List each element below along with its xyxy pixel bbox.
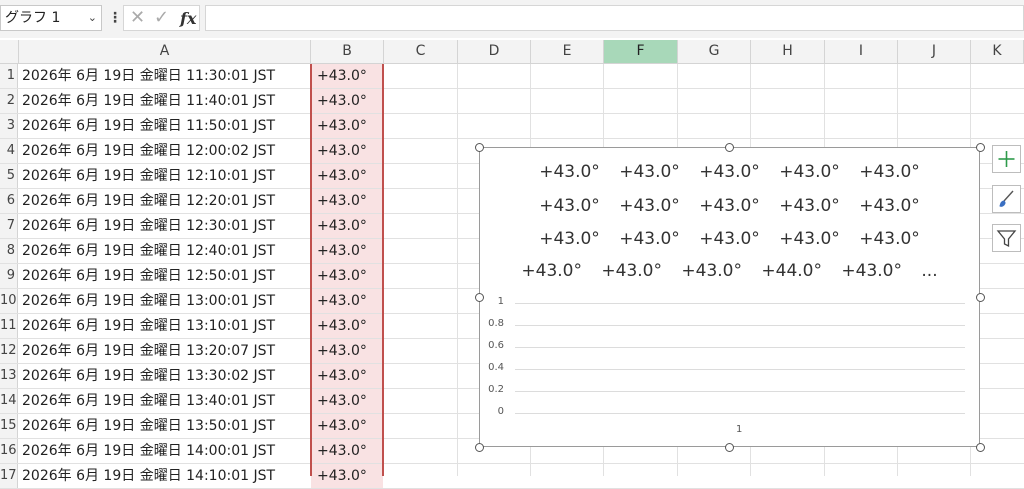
cell-a[interactable]: 2026年 6月 19日 金曜日 13:50:01 JST	[19, 414, 310, 438]
brush-icon	[999, 190, 1014, 207]
gridline-0.6	[515, 347, 965, 348]
row-number[interactable]: 4	[0, 139, 18, 163]
column-header-f[interactable]: F	[604, 40, 678, 63]
cell-a[interactable]: 2026年 6月 19日 金曜日 12:50:01 JST	[19, 264, 310, 288]
row-number[interactable]: 14	[0, 389, 18, 413]
cell-a[interactable]: 2026年 6月 19日 金曜日 13:30:02 JST	[19, 364, 310, 388]
row-number[interactable]: 10	[0, 289, 18, 313]
function-icon[interactable]: fx	[180, 9, 196, 28]
y-tick-label: 0.8	[488, 318, 504, 329]
cell-a[interactable]: 2026年 6月 19日 金曜日 11:30:01 JST	[19, 64, 310, 88]
column-header-a[interactable]: A	[19, 40, 311, 63]
cell-a[interactable]: 2026年 6月 19日 金曜日 11:50:01 JST	[19, 114, 310, 138]
more-vertical-icon[interactable]: ⋮	[108, 10, 122, 26]
chart-title-line[interactable]: +43.0° +43.0° +43.0° +44.0° +43.0° ...	[480, 261, 979, 281]
cell-a[interactable]: 2026年 6月 19日 金曜日 12:20:01 JST	[19, 189, 310, 213]
y-tick-label: 0	[497, 406, 504, 417]
table-row: 1 2026年 6月 19日 金曜日 11:30:01 JST +43.0°	[0, 64, 1024, 89]
row-number[interactable]: 12	[0, 339, 18, 363]
resize-handle-bottom-right[interactable]	[976, 443, 985, 452]
row-number[interactable]: 2	[0, 89, 18, 113]
chart-styles-button[interactable]	[992, 185, 1021, 213]
column-header-b[interactable]: B	[311, 40, 384, 63]
row-number[interactable]: 17	[0, 464, 18, 488]
cell-a[interactable]: 2026年 6月 19日 金曜日 12:40:01 JST	[19, 239, 310, 263]
cell-a[interactable]: 2026年 6月 19日 金曜日 12:30:01 JST	[19, 214, 310, 238]
resize-handle-right[interactable]	[976, 293, 985, 302]
gridline-0	[515, 413, 965, 414]
name-box[interactable]: グラフ 1 ⌄	[0, 5, 102, 31]
resize-handle-bottom-left[interactable]	[475, 443, 484, 452]
gridline-0.4	[515, 369, 965, 370]
row-number[interactable]: 8	[0, 239, 18, 263]
cell-a[interactable]: 2026年 6月 19日 金曜日 12:10:01 JST	[19, 164, 310, 188]
row-number[interactable]: 3	[0, 114, 18, 138]
gridline-0.8	[515, 325, 965, 326]
y-tick-label: 0.4	[488, 362, 504, 373]
cell-a[interactable]: 2026年 6月 19日 金曜日 14:10:01 JST	[19, 464, 310, 488]
row-number[interactable]: 11	[0, 314, 18, 338]
cell-a[interactable]: 2026年 6月 19日 金曜日 14:00:01 JST	[19, 439, 310, 463]
row-number[interactable]: 7	[0, 214, 18, 238]
column-header-d[interactable]: D	[458, 40, 531, 63]
formula-input[interactable]	[205, 5, 1024, 31]
chevron-down-icon[interactable]: ⌄	[88, 6, 97, 30]
resize-handle-left[interactable]	[475, 293, 484, 302]
table-row: 3 2026年 6月 19日 金曜日 11:50:01 JST +43.0°	[0, 114, 1024, 139]
cell-a[interactable]: 2026年 6月 19日 金曜日 12:00:02 JST	[19, 139, 310, 163]
row-number[interactable]: 9	[0, 264, 18, 288]
resize-handle-top-left[interactable]	[475, 143, 484, 152]
chart-elements-button[interactable]	[992, 145, 1021, 173]
chart-filters-button[interactable]	[992, 224, 1021, 252]
cell-a[interactable]: 2026年 6月 19日 金曜日 13:40:01 JST	[19, 389, 310, 413]
row-number[interactable]: 6	[0, 189, 18, 213]
chart-title-line[interactable]: +43.0° +43.0° +43.0° +43.0° +43.0°	[480, 162, 979, 182]
column-header-e[interactable]: E	[531, 40, 604, 63]
select-all-corner[interactable]	[0, 40, 19, 63]
row-number[interactable]: 16	[0, 439, 18, 463]
y-tick-label: 0.2	[488, 384, 504, 395]
row-number[interactable]: 15	[0, 414, 18, 438]
resize-handle-top[interactable]	[725, 143, 734, 152]
cancel-icon[interactable]: ✕	[130, 7, 145, 28]
column-header-g[interactable]: G	[678, 40, 751, 63]
formula-bar: グラフ 1 ⌄ ⋮ ✕ ✓ fx	[0, 0, 1024, 38]
cell-a[interactable]: 2026年 6月 19日 金曜日 13:20:07 JST	[19, 339, 310, 363]
chart-object[interactable]: +43.0° +43.0° +43.0° +43.0° +43.0° +43.0…	[479, 147, 980, 447]
formula-buttons: ✕ ✓ fx	[123, 5, 200, 31]
column-header-i[interactable]: I	[825, 40, 898, 63]
filter-icon	[996, 230, 1017, 248]
column-header-k[interactable]: K	[971, 40, 1024, 63]
cell-a[interactable]: 2026年 6月 19日 金曜日 13:00:01 JST	[19, 289, 310, 313]
gridline-1	[515, 303, 965, 304]
gridline-0.2	[515, 391, 965, 392]
column-header-j[interactable]: J	[898, 40, 971, 63]
column-header-h[interactable]: H	[751, 40, 825, 63]
row-number[interactable]: 1	[0, 64, 18, 88]
plus-icon	[998, 151, 1015, 167]
resize-handle-top-right[interactable]	[976, 143, 985, 152]
column-header-c[interactable]: C	[384, 40, 458, 63]
table-row: 2 2026年 6月 19日 金曜日 11:40:01 JST +43.0°	[0, 89, 1024, 114]
row-number[interactable]: 13	[0, 364, 18, 388]
cell-a[interactable]: 2026年 6月 19日 金曜日 13:10:01 JST	[19, 314, 310, 338]
chart-title-line[interactable]: +43.0° +43.0° +43.0° +43.0° +43.0°	[480, 229, 979, 249]
name-box-value: グラフ 1	[5, 10, 61, 26]
row-number[interactable]: 5	[0, 164, 18, 188]
column-headers: A B C D E F G H I J K	[0, 40, 1024, 64]
resize-handle-bottom[interactable]	[725, 443, 734, 452]
x-tick-label: 1	[736, 424, 743, 435]
chart-title-line[interactable]: +43.0° +43.0° +43.0° +43.0° +43.0°	[480, 196, 979, 216]
y-tick-label: 0.6	[488, 340, 504, 351]
enter-icon[interactable]: ✓	[154, 7, 169, 28]
cell-a[interactable]: 2026年 6月 19日 金曜日 11:40:01 JST	[19, 89, 310, 113]
column-b-selection	[310, 64, 384, 476]
table-row: 17 2026年 6月 19日 金曜日 14:10:01 JST +43.0°	[0, 464, 1024, 489]
